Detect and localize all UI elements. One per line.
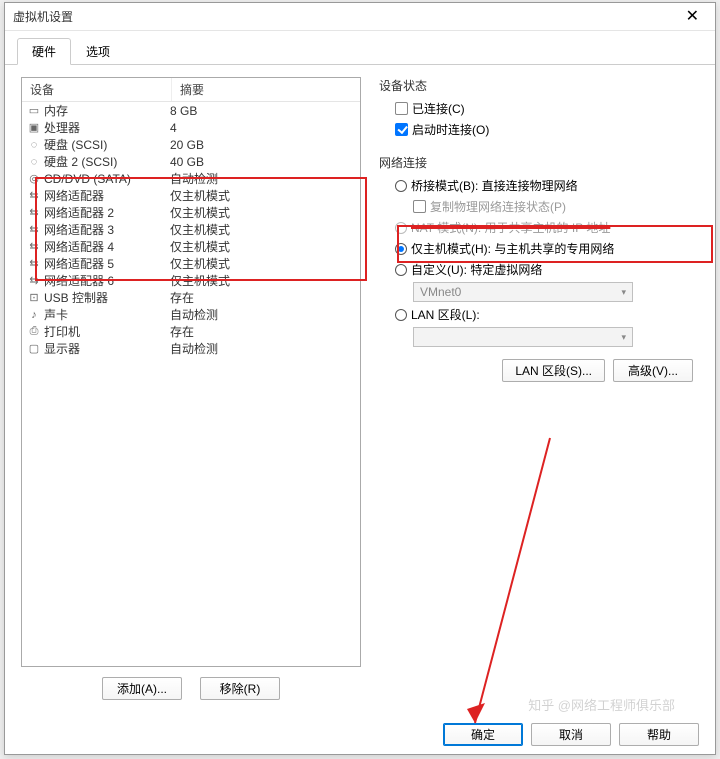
bridged-radio[interactable] [395, 180, 407, 192]
row-net1[interactable]: ⇆网络适配器仅主机模式 [22, 187, 360, 204]
advanced-button[interactable]: 高级(V)... [613, 359, 693, 382]
row-memory[interactable]: ▭内存8 GB [22, 102, 360, 119]
vmnet-value: VMnet0 [420, 285, 461, 299]
row-cpu[interactable]: ▣处理器4 [22, 119, 360, 136]
cd-icon: ◎ [26, 172, 42, 185]
tab-bar: 硬件 选项 [5, 31, 715, 65]
disk-icon: ◌ [26, 139, 42, 151]
connect-at-poweron-label: 启动时连接(O) [412, 121, 489, 138]
help-button[interactable]: 帮助 [619, 723, 699, 746]
bridged-label: 桥接模式(B): 直接连接物理网络 [411, 177, 578, 194]
network-icon: ⇆ [26, 257, 42, 270]
network-icon: ⇆ [26, 206, 42, 219]
custom-radio[interactable] [395, 264, 407, 276]
usb-icon: ⊡ [26, 291, 42, 304]
device-status-group: 设备状态 已连接(C) 启动时连接(O) [379, 77, 693, 140]
window-title: 虚拟机设置 [13, 8, 73, 25]
printer-icon: ⎙ [26, 325, 42, 338]
connected-checkbox[interactable] [395, 102, 408, 115]
cpu-icon: ▣ [26, 121, 42, 134]
cancel-button[interactable]: 取消 [531, 723, 611, 746]
row-printer[interactable]: ⎙打印机存在 [22, 323, 360, 340]
memory-icon: ▭ [26, 104, 42, 117]
network-icon: ⇆ [26, 240, 42, 253]
add-device-button[interactable]: 添加(A)... [102, 677, 182, 700]
network-icon: ⇆ [26, 274, 42, 287]
vm-settings-dialog: 虚拟机设置 ✕ 硬件 选项 设备 摘要 ▭内存8 GB ▣处理器4 ◌硬盘 (S… [4, 2, 716, 755]
tab-hardware[interactable]: 硬件 [17, 38, 71, 65]
row-cddvd[interactable]: ◎CD/DVD (SATA)自动检测 [22, 170, 360, 187]
connected-label: 已连接(C) [412, 100, 465, 117]
connect-at-poweron-checkbox[interactable] [395, 123, 408, 136]
row-disk1[interactable]: ◌硬盘 (SCSI)20 GB [22, 136, 360, 153]
row-display[interactable]: ▢显示器自动检测 [22, 340, 360, 357]
lan-segment-radio[interactable] [395, 309, 407, 321]
device-status-title: 设备状态 [379, 77, 693, 94]
vmnet-select[interactable]: VMnet0 ▾ [413, 282, 633, 302]
row-net5[interactable]: ⇆网络适配器 5仅主机模式 [22, 255, 360, 272]
row-net3[interactable]: ⇆网络适配器 3仅主机模式 [22, 221, 360, 238]
replicate-checkbox [413, 200, 426, 213]
lan-segments-button[interactable]: LAN 区段(S)... [502, 359, 605, 382]
disk-icon: ◌ [26, 156, 42, 168]
hostonly-radio[interactable] [395, 243, 407, 255]
remove-device-button[interactable]: 移除(R) [200, 677, 280, 700]
row-net2[interactable]: ⇆网络适配器 2仅主机模式 [22, 204, 360, 221]
display-icon: ▢ [26, 342, 42, 355]
replicate-label: 复制物理网络连接状态(P) [430, 198, 566, 215]
row-disk2[interactable]: ◌硬盘 2 (SCSI)40 GB [22, 153, 360, 170]
lan-segment-select[interactable]: ▾ [413, 327, 633, 347]
lan-segment-label: LAN 区段(L): [411, 306, 480, 323]
titlebar: 虚拟机设置 ✕ [5, 3, 715, 31]
network-connection-group: 网络连接 桥接模式(B): 直接连接物理网络 复制物理网络连接状态(P) NAT… [379, 154, 693, 382]
network-icon: ⇆ [26, 223, 42, 236]
network-connection-title: 网络连接 [379, 154, 693, 171]
hostonly-label: 仅主机模式(H): 与主机共享的专用网络 [411, 240, 614, 257]
network-icon: ⇆ [26, 189, 42, 202]
col-device: 设备 [22, 78, 172, 101]
tab-options[interactable]: 选项 [71, 38, 125, 65]
close-button[interactable]: ✕ [678, 3, 707, 31]
chevron-down-icon: ▾ [621, 287, 626, 298]
row-net4[interactable]: ⇆网络适配器 4仅主机模式 [22, 238, 360, 255]
nat-label: NAT 模式(N): 用于共享主机的 IP 地址 [411, 219, 610, 236]
dialog-footer: 确定 取消 帮助 [443, 723, 699, 746]
col-summary: 摘要 [172, 78, 360, 101]
custom-label: 自定义(U): 特定虚拟网络 [411, 261, 542, 278]
sound-icon: ♪ [26, 309, 42, 321]
ok-button[interactable]: 确定 [443, 723, 523, 746]
list-header: 设备 摘要 [22, 78, 360, 102]
chevron-down-icon: ▾ [621, 332, 626, 343]
nat-radio[interactable] [395, 222, 407, 234]
row-sound[interactable]: ♪声卡自动检测 [22, 306, 360, 323]
row-net6[interactable]: ⇆网络适配器 6仅主机模式 [22, 272, 360, 289]
device-list[interactable]: 设备 摘要 ▭内存8 GB ▣处理器4 ◌硬盘 (SCSI)20 GB ◌硬盘 … [21, 77, 361, 667]
row-usb[interactable]: ⊡USB 控制器存在 [22, 289, 360, 306]
